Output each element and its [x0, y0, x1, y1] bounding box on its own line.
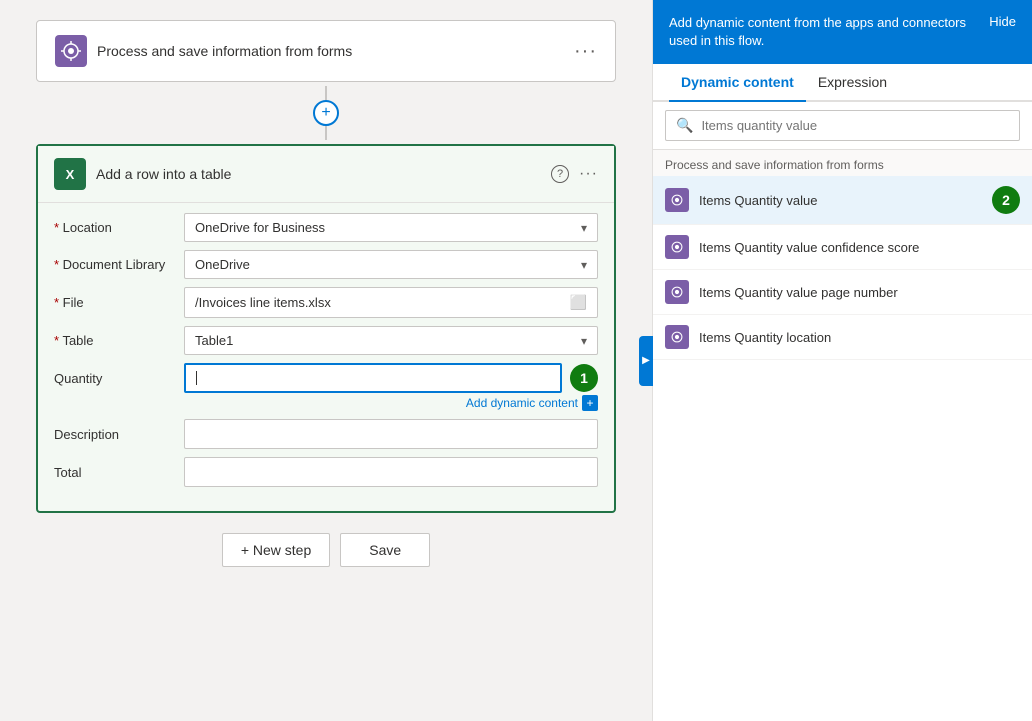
collapse-arrow-icon: ▶: [642, 355, 650, 366]
tab-expression[interactable]: Expression: [806, 64, 899, 102]
panel-tabs: Dynamic content Expression: [653, 64, 1032, 102]
document-library-dropdown[interactable]: OneDrive ▾: [184, 250, 598, 279]
table-label: Table: [54, 333, 184, 348]
total-control[interactable]: [184, 457, 598, 487]
file-control[interactable]: /Invoices line items.xlsx ⬜: [184, 287, 598, 318]
section-label: Process and save information from forms: [653, 150, 1032, 176]
file-picker-icon[interactable]: ⬜: [570, 294, 587, 311]
description-row: Description: [54, 419, 598, 449]
trigger-menu-button[interactable]: ···: [574, 40, 597, 63]
action-card-header-left: X Add a row into a table: [54, 158, 231, 190]
location-chevron: ▾: [581, 221, 587, 235]
panel-header: Add dynamic content from the apps and co…: [653, 0, 1032, 64]
file-label: File: [54, 295, 184, 310]
quantity-badge: 1: [570, 364, 598, 392]
quantity-label: Quantity: [54, 371, 184, 386]
quantity-input[interactable]: [184, 363, 562, 393]
tab-dynamic-content[interactable]: Dynamic content: [669, 64, 806, 102]
new-step-button[interactable]: + New step: [222, 533, 330, 567]
action-card-body: Location OneDrive for Business ▾ Documen…: [38, 203, 614, 511]
dynamic-item-label-2: Items Quantity value page number: [699, 285, 1020, 300]
excel-icon: X: [54, 158, 86, 190]
location-dropdown[interactable]: OneDrive for Business ▾: [184, 213, 598, 242]
dynamic-item-icon-0: [665, 188, 689, 212]
dynamic-item-icon-2: [665, 280, 689, 304]
dynamic-item-label-1: Items Quantity value confidence score: [699, 240, 1020, 255]
search-input[interactable]: [701, 118, 1009, 133]
table-dropdown[interactable]: Table1 ▾: [184, 326, 598, 355]
quantity-control: 1: [184, 363, 598, 393]
dynamic-item-3[interactable]: Items Quantity location: [653, 315, 1032, 360]
dynamic-item-label-3: Items Quantity location: [699, 330, 1020, 345]
connector-line: [325, 86, 327, 100]
action-card: X Add a row into a table ? ··· Location …: [36, 144, 616, 513]
action-title: Add a row into a table: [96, 166, 231, 182]
panel-header-text: Add dynamic content from the apps and co…: [669, 14, 989, 50]
dynamic-items-list: Items Quantity value 2 Items Quantity va…: [653, 176, 1032, 360]
trigger-icon: [55, 35, 87, 67]
help-icon[interactable]: ?: [551, 165, 569, 183]
trigger-title: Process and save information from forms: [97, 43, 352, 59]
description-label: Description: [54, 427, 184, 442]
action-menu-button[interactable]: ···: [579, 165, 598, 183]
bottom-actions: + New step Save: [222, 533, 430, 567]
total-row: Total: [54, 457, 598, 487]
add-step-button[interactable]: +: [313, 100, 339, 126]
dynamic-item-1[interactable]: Items Quantity value confidence score: [653, 225, 1032, 270]
document-library-chevron: ▾: [581, 258, 587, 272]
dynamic-item-0[interactable]: Items Quantity value 2: [653, 176, 1032, 225]
document-library-row: Document Library OneDrive ▾: [54, 250, 598, 279]
text-cursor: [196, 371, 197, 385]
description-control[interactable]: [184, 419, 598, 449]
add-dynamic-content-button[interactable]: Add dynamic content +: [466, 395, 598, 411]
description-input[interactable]: [184, 419, 598, 449]
location-control[interactable]: OneDrive for Business ▾: [184, 213, 598, 242]
panel-hide-button[interactable]: Hide: [989, 14, 1016, 29]
action-header-icons: ? ···: [551, 165, 598, 183]
search-box: 🔍: [665, 110, 1020, 141]
total-label: Total: [54, 465, 184, 480]
location-row: Location OneDrive for Business ▾: [54, 213, 598, 242]
connector-line-2: [325, 126, 327, 140]
quantity-row: Quantity 1: [54, 363, 598, 393]
connector: +: [313, 86, 339, 140]
document-library-label: Document Library: [54, 257, 184, 272]
dynamic-item-2[interactable]: Items Quantity value page number: [653, 270, 1032, 315]
dynamic-item-badge-0: 2: [992, 186, 1020, 214]
table-chevron: ▾: [581, 334, 587, 348]
panel-search-area: 🔍: [653, 102, 1032, 150]
file-input[interactable]: /Invoices line items.xlsx ⬜: [184, 287, 598, 318]
total-input[interactable]: [184, 457, 598, 487]
trigger-card: Process and save information from forms …: [36, 20, 616, 82]
dynamic-item-label-0: Items Quantity value: [699, 193, 982, 208]
action-card-header: X Add a row into a table ? ···: [38, 146, 614, 203]
collapse-panel-button[interactable]: ▶: [639, 336, 653, 386]
add-dynamic-row: Add dynamic content +: [54, 395, 598, 411]
table-row: Table Table1 ▾: [54, 326, 598, 355]
right-panel: ▶ Add dynamic content from the apps and …: [652, 0, 1032, 721]
document-library-control[interactable]: OneDrive ▾: [184, 250, 598, 279]
dynamic-item-icon-3: [665, 325, 689, 349]
add-dynamic-plus-icon: +: [582, 395, 598, 411]
location-label: Location: [54, 220, 184, 235]
dynamic-item-icon-1: [665, 235, 689, 259]
search-icon: 🔍: [676, 117, 693, 134]
trigger-card-left: Process and save information from forms: [55, 35, 352, 67]
table-control[interactable]: Table1 ▾: [184, 326, 598, 355]
save-button[interactable]: Save: [340, 533, 430, 567]
file-row: File /Invoices line items.xlsx ⬜: [54, 287, 598, 318]
